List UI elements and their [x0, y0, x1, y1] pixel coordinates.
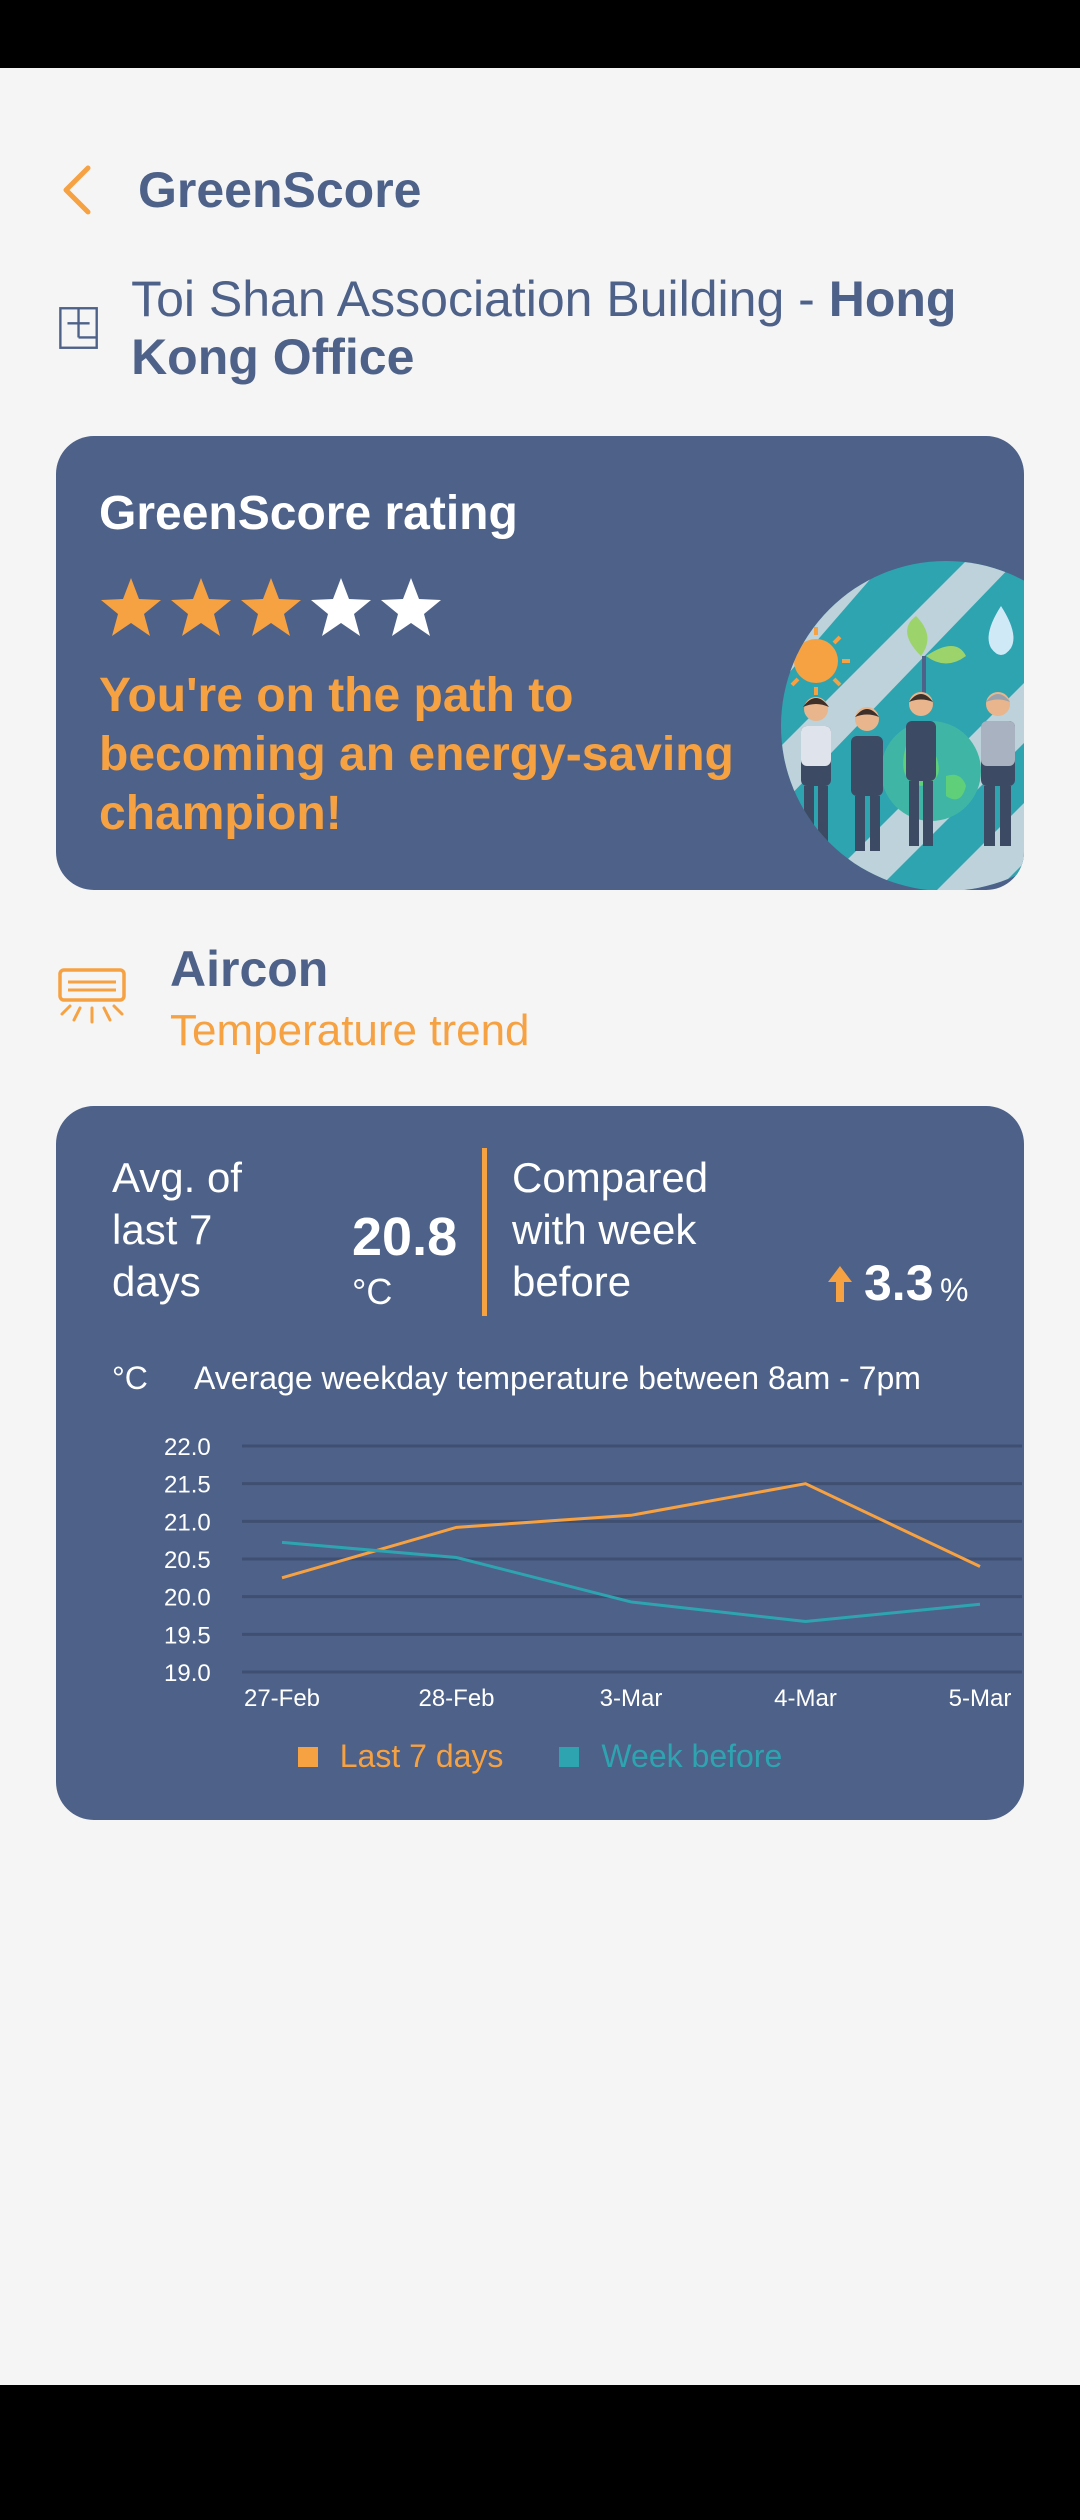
y-tick-label: 22.0 [164, 1434, 211, 1461]
rating-title: GreenScore rating [99, 487, 518, 540]
temperature-trend-card: Avg. of last 7 days 20.8 °C Compared wit… [56, 1106, 1024, 1820]
energy-champion-illustration [781, 561, 1024, 890]
y-tick-label: 19.0 [164, 1660, 211, 1687]
chart-unit-label: °C [112, 1360, 148, 1396]
avg-label: Avg. of last 7 days [112, 1154, 242, 1305]
star-empty-icon [381, 578, 441, 636]
star-filled-icon [171, 578, 231, 636]
star-filled-icon [241, 578, 301, 636]
section-subtitle: Temperature trend [170, 1006, 530, 1055]
compare-label: Compared with week before [512, 1154, 709, 1305]
y-tick-label: 20.5 [164, 1547, 211, 1574]
status-bar [0, 0, 1080, 68]
building-icon [59, 307, 98, 349]
summary-divider [482, 1148, 487, 1316]
avg-unit: °C [352, 1271, 393, 1312]
chart-legend: Last 7 days Week before [56, 1738, 1024, 1775]
temperature-line-chart: 22.0 21.5 21.0 20.5 20.0 19.5 19.0 27-Feb 28-Feb… [164, 1434, 1022, 1712]
section-title: Aircon [170, 941, 329, 997]
building-selector[interactable]: Toi Shan Association Building - Hong Kon… [58, 270, 1018, 386]
legend-item[interactable]: Week before [559, 1738, 782, 1775]
aircon-section-header: Aircon Temperature trend [56, 940, 530, 1056]
x-tick-label: 5-Mar [949, 1685, 1012, 1712]
building-name-regular: Toi Shan Association Building - [131, 271, 829, 327]
chevron-left-icon [63, 165, 91, 215]
arrow-up-icon [828, 1266, 852, 1302]
aircon-icon [58, 968, 126, 1024]
compare-unit: % [940, 1272, 969, 1308]
star-filled-icon [101, 578, 161, 636]
y-tick-label: 19.5 [164, 1622, 211, 1649]
x-tick-label: 3-Mar [600, 1685, 663, 1712]
legend-swatch [297, 1746, 318, 1767]
x-tick-label: 27-Feb [244, 1685, 320, 1712]
legend-label: Week before [601, 1738, 783, 1774]
legend-item[interactable]: Last 7 days [297, 1738, 504, 1775]
series-line-week-before [281, 1540, 981, 1624]
x-tick-label: 28-Feb [418, 1685, 494, 1712]
avg-value: 20.8 [352, 1207, 458, 1267]
y-tick-label: 21.5 [164, 1472, 211, 1499]
navigation-bar [0, 2385, 1080, 2520]
star-rating [99, 576, 443, 640]
legend-label: Last 7 days [339, 1738, 504, 1774]
legend-swatch [559, 1746, 580, 1767]
page-title: GreenScore [138, 162, 422, 218]
star-empty-icon [311, 578, 371, 636]
rating-message: You're on the path to becoming an energy… [99, 669, 734, 840]
y-tick-label: 20.0 [164, 1585, 211, 1612]
x-tick-label: 4-Mar [774, 1685, 837, 1712]
y-tick-label: 21.0 [164, 1509, 211, 1536]
app-header: GreenScore [60, 150, 421, 230]
series-line-last-7-days [281, 1482, 981, 1580]
building-name: Toi Shan Association Building - Hong Kon… [131, 270, 1018, 386]
compare-value: 3.3 [864, 1255, 934, 1311]
greenscore-rating-card[interactable]: GreenScore rating You're on the path to … [56, 436, 1024, 890]
back-button[interactable] [60, 150, 120, 230]
chart-title: Average weekday temperature between 8am … [194, 1360, 921, 1396]
